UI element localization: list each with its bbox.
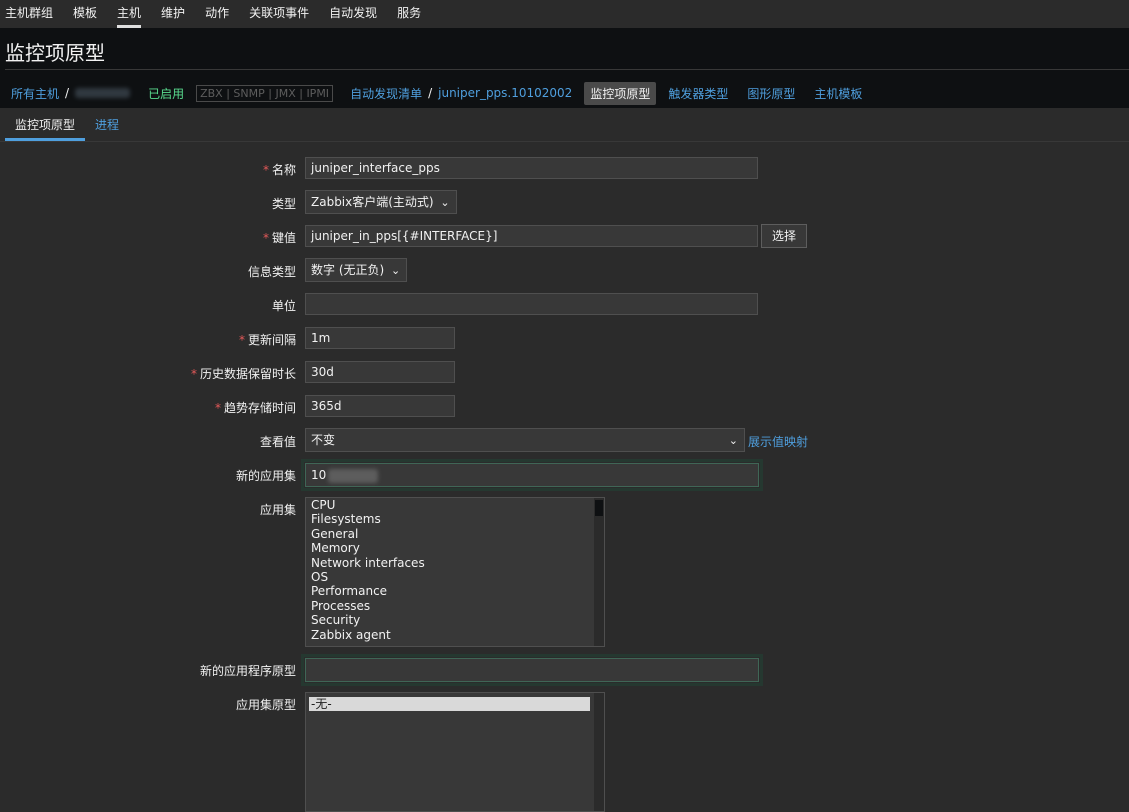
app-prototypes-listbox[interactable]: -无- [305, 692, 605, 812]
valuemap-label: 查看值 [259, 435, 296, 449]
application-option[interactable]: Processes [306, 599, 604, 613]
select-key-button[interactable]: 选择 [761, 224, 808, 248]
info-type-select[interactable]: 数字 (无正负) ⌄ [305, 258, 408, 282]
valuemap-select[interactable]: 不变 ⌄ [305, 428, 745, 452]
trends-input[interactable]: 365d [305, 395, 455, 417]
application-option[interactable]: Network interfaces [306, 556, 604, 570]
required-mark: * [262, 163, 269, 177]
chevron-down-icon: ⌄ [728, 434, 738, 447]
badge-jmx: JMX [275, 86, 296, 100]
info-type-label: 信息类型 [247, 265, 296, 279]
menu-maintenance[interactable]: 维护 [161, 0, 185, 28]
badge-zbx: ZBX [200, 86, 223, 100]
type-label: 类型 [271, 197, 296, 211]
breadcrumb-separator: / [428, 86, 433, 100]
menu-host-groups[interactable]: 主机群组 [5, 0, 53, 28]
history-input[interactable]: 30d [305, 361, 455, 383]
badge-ipmi: IPMI [306, 86, 330, 100]
type-select-value: Zabbix客户端(主动式) [311, 195, 434, 209]
show-value-mappings-link[interactable]: 展示值映射 [748, 433, 808, 450]
type-select[interactable]: Zabbix客户端(主动式) ⌄ [305, 190, 457, 214]
page-header: 监控项原型 所有主机 / 已启用 ZBX | SNMP | JMX | IPMI… [0, 28, 1129, 108]
listbox-scrollbar[interactable] [594, 693, 604, 811]
menu-templates[interactable]: 模板 [73, 0, 97, 28]
applications-listbox[interactable]: CPU Filesystems General Memory Network i… [305, 497, 605, 647]
breadcrumb: 所有主机 / 已启用 ZBX | SNMP | JMX | IPMI 自动发现清… [11, 81, 862, 105]
item-prototype-form: * 名称 juniper_interface_pps 类型 Zabbix客户端(主… [5, 142, 1129, 812]
application-option[interactable]: Security [306, 613, 604, 627]
menu-actions[interactable]: 动作 [205, 0, 229, 28]
new-app-prototype-label: 新的应用程序原型 [199, 664, 296, 678]
name-input[interactable]: juniper_interface_pps [305, 157, 758, 179]
application-option[interactable]: Performance [306, 584, 604, 598]
update-interval-input[interactable]: 1m [305, 327, 455, 349]
units-input[interactable] [305, 293, 758, 315]
chevron-down-icon: ⌄ [440, 196, 450, 209]
menu-event-correlation[interactable]: 关联项事件 [249, 0, 309, 28]
application-option[interactable]: Filesystems [306, 512, 604, 526]
required-mark: * [214, 401, 221, 415]
breadcrumb-graph-prototypes[interactable]: 图形原型 [747, 85, 795, 102]
badge-snmp: SNMP [233, 86, 265, 100]
new-app-prototype-input[interactable] [305, 658, 759, 682]
menu-services[interactable]: 服务 [397, 0, 421, 28]
required-mark: * [190, 367, 197, 381]
breadcrumb-all-hosts[interactable]: 所有主机 [11, 85, 59, 102]
tab-process[interactable]: 进程 [85, 116, 129, 141]
units-label: 单位 [271, 299, 296, 313]
key-input[interactable]: juniper_in_pps[{#INTERFACE}] [305, 225, 758, 247]
breadcrumb-item-prototypes[interactable]: 监控项原型 [584, 81, 657, 105]
applications-label: 应用集 [259, 503, 296, 517]
header-divider [5, 69, 1129, 70]
breadcrumb-discovery-list[interactable]: 自动发现清单 [350, 85, 422, 102]
application-option[interactable]: OS [306, 570, 604, 584]
top-menu: 主机群组 模板 主机 维护 动作 关联项事件 自动发现 服务 [0, 0, 1129, 28]
redacted-text [328, 468, 379, 483]
redacted-host-name[interactable] [75, 88, 131, 98]
required-mark: * [238, 333, 245, 347]
update-interval-label: * 更新间隔 [238, 333, 296, 347]
valuemap-select-value: 不变 [311, 433, 336, 447]
breadcrumb-host-templates[interactable]: 主机模板 [814, 85, 862, 102]
new-app-prototype-field [301, 654, 763, 686]
tab-item-prototype[interactable]: 监控项原型 [5, 116, 86, 141]
new-application-input[interactable]: 10 [305, 463, 759, 487]
name-label: * 名称 [262, 163, 296, 177]
application-option[interactable]: General [306, 527, 604, 541]
menu-hosts[interactable]: 主机 [117, 0, 142, 28]
form-tabs: 监控项原型 进程 [0, 108, 1129, 142]
application-option[interactable]: CPU [306, 498, 604, 512]
info-type-select-value: 数字 (无正负) [311, 263, 385, 277]
history-label: * 历史数据保留时长 [190, 367, 296, 381]
key-label: * 键值 [262, 231, 296, 245]
breadcrumb-trigger-types[interactable]: 触发器类型 [668, 85, 728, 102]
application-option[interactable]: Zabbix agent [306, 628, 604, 642]
chevron-down-icon: ⌄ [390, 264, 401, 277]
application-option[interactable]: Memory [306, 541, 604, 555]
page-title: 监控项原型 [5, 41, 105, 65]
scrollbar-thumb[interactable] [595, 500, 603, 516]
new-application-field: 10 [301, 459, 763, 491]
required-mark: * [262, 231, 269, 245]
new-application-label: 新的应用集 [235, 469, 296, 483]
breadcrumb-separator: / [65, 86, 70, 100]
availability-badges: ZBX | SNMP | JMX | IPMI [196, 84, 334, 102]
listbox-scrollbar[interactable] [594, 498, 604, 646]
menu-discovery[interactable]: 自动发现 [329, 0, 377, 28]
breadcrumb-discovery-rule[interactable]: juniper_pps.10102002 [438, 86, 572, 100]
app-prototypes-label: 应用集原型 [235, 698, 296, 712]
host-status-enabled[interactable]: 已启用 [148, 85, 184, 102]
trends-label: * 趋势存储时间 [214, 401, 296, 415]
app-prototype-option-none[interactable]: -无- [309, 697, 590, 712]
